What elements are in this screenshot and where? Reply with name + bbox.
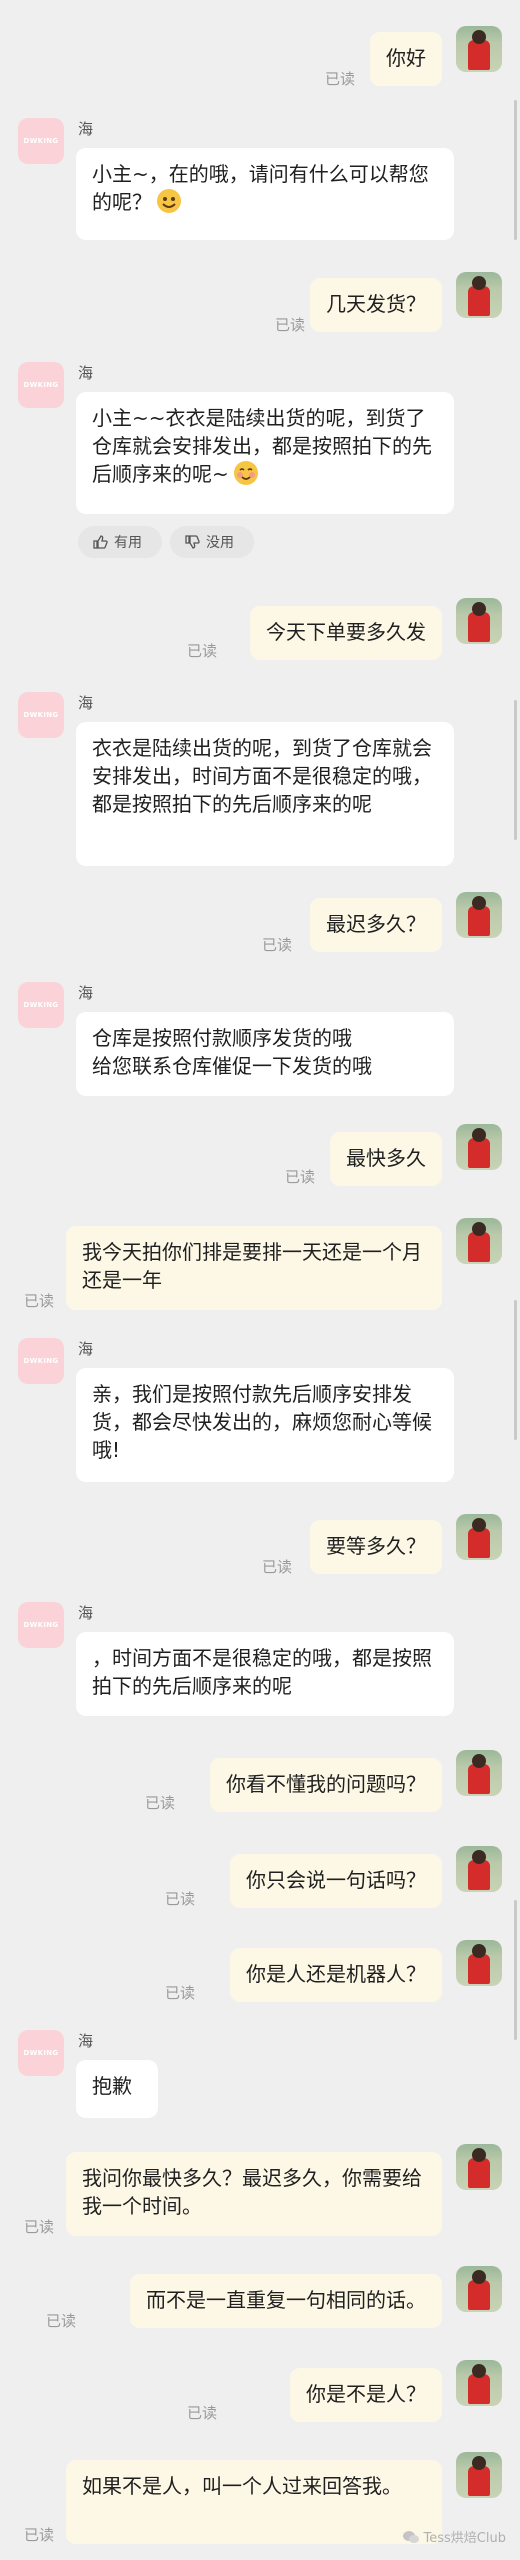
user-avatar[interactable] <box>456 892 502 938</box>
message-bubble[interactable]: 最迟多久？ <box>310 898 442 952</box>
bot-avatar[interactable]: DWKING <box>18 2030 64 2076</box>
bot-avatar[interactable]: DWKING <box>18 362 64 408</box>
useful-button[interactable]: 有用 <box>78 526 162 558</box>
sender-name: 海 <box>78 120 94 138</box>
user-avatar[interactable] <box>456 272 502 318</box>
wechat-icon <box>402 2530 419 2543</box>
user-avatar[interactable] <box>456 26 502 72</box>
bot-avatar[interactable]: DWKING <box>18 692 64 738</box>
read-receipt: 已读 <box>144 1794 175 1812</box>
user-avatar[interactable] <box>456 1124 502 1170</box>
user-avatar[interactable] <box>456 1940 502 1986</box>
user-avatar[interactable] <box>456 598 502 644</box>
message-bubble[interactable]: 要等多久？ <box>310 1520 442 1574</box>
sender-name: 海 <box>78 1340 94 1358</box>
user-avatar[interactable] <box>456 2266 502 2312</box>
bot-avatar[interactable]: DWKING <box>18 118 64 164</box>
message-bubble[interactable]: 你好 <box>370 32 442 86</box>
thumbs-down-icon <box>185 535 200 549</box>
message-bubble[interactable]: 我问你最快多久？最迟多久，你需要给我一个时间。 <box>66 2152 442 2236</box>
read-receipt: 已读 <box>284 1168 315 1186</box>
read-receipt: 已读 <box>24 1292 55 1310</box>
read-receipt: 已读 <box>186 2404 217 2422</box>
useless-button[interactable]: 没用 <box>170 526 254 558</box>
read-receipt: 已读 <box>186 642 217 660</box>
read-receipt: 已读 <box>46 2312 77 2330</box>
blushing-face-emoji-icon <box>233 461 258 485</box>
user-avatar[interactable] <box>456 2144 502 2190</box>
read-receipt: 已读 <box>24 2218 55 2236</box>
message-bubble[interactable]: 你看不懂我的问题吗？ <box>210 1758 442 1812</box>
read-receipt: 已读 <box>261 936 292 954</box>
bot-avatar[interactable]: DWKING <box>18 982 64 1028</box>
user-avatar[interactable] <box>456 1846 502 1892</box>
sender-name: 海 <box>78 694 94 712</box>
scrollbar-thumb[interactable] <box>514 1300 517 1440</box>
sender-name: 海 <box>78 1604 94 1622</box>
read-receipt: 已读 <box>261 1558 292 1576</box>
read-receipt: 已读 <box>324 70 355 88</box>
watermark: Tess烘焙Club <box>402 2527 506 2546</box>
sender-name: 海 <box>78 364 94 382</box>
scrollbar-thumb[interactable] <box>514 1900 517 2040</box>
scrollbar-thumb[interactable] <box>514 700 517 840</box>
message-bubble[interactable]: 小主~，在的哦，请问有什么可以帮您的呢？ <box>76 148 454 240</box>
user-avatar[interactable] <box>456 1514 502 1560</box>
chat-view[interactable]: 已读 你好 DWKING 海 小主~，在的哦，请问有什么可以帮您的呢？ 已读 几… <box>0 0 520 2560</box>
message-bubble[interactable]: 抱歉 <box>76 2060 158 2118</box>
read-receipt: 已读 <box>24 2526 55 2544</box>
message-bubble[interactable]: 而不是一直重复一句相同的话。 <box>130 2274 442 2328</box>
scrollbar-thumb[interactable] <box>514 100 517 240</box>
read-receipt: 已读 <box>274 316 305 334</box>
user-avatar[interactable] <box>456 2360 502 2406</box>
message-bubble[interactable]: 衣衣是陆续出货的呢，到货了仓库就会安排发出，时间方面不是很稳定的哦，都是按照拍下… <box>76 722 454 866</box>
message-bubble[interactable]: 如果不是人，叫一个人过来回答我。 <box>66 2460 442 2544</box>
smiling-face-emoji-icon <box>157 189 181 213</box>
bot-avatar[interactable]: DWKING <box>18 1338 64 1384</box>
message-bubble[interactable]: 仓库是按照付款顺序发货的哦 给您联系仓库催促一下发货的哦 <box>76 1012 454 1096</box>
thumbs-up-icon <box>93 535 108 549</box>
message-bubble[interactable]: 你是不是人？ <box>290 2368 442 2422</box>
message-bubble[interactable]: ，时间方面不是很稳定的哦，都是按照拍下的先后顺序来的呢 <box>76 1632 454 1716</box>
bot-avatar[interactable]: DWKING <box>18 1602 64 1648</box>
message-bubble[interactable]: 几天发货？ <box>310 278 442 332</box>
user-avatar[interactable] <box>456 2452 502 2498</box>
message-bubble[interactable]: 亲，我们是按照付款先后顺序安排发货，都会尽快发出的，麻烦您耐心等候哦! <box>76 1368 454 1482</box>
message-bubble[interactable]: 你只会说一句话吗？ <box>230 1854 442 1908</box>
read-receipt: 已读 <box>164 1984 195 2002</box>
message-bubble[interactable]: 你是人还是机器人？ <box>230 1948 442 2002</box>
read-receipt: 已读 <box>164 1890 195 1908</box>
sender-name: 海 <box>78 2032 94 2050</box>
user-avatar[interactable] <box>456 1218 502 1264</box>
message-bubble[interactable]: 小主~~衣衣是陆续出货的呢，到货了仓库就会安排发出，都是按照拍下的先后顺序来的呢… <box>76 392 454 514</box>
message-bubble[interactable]: 最快多久 <box>330 1132 442 1186</box>
message-bubble[interactable]: 我今天拍你们排是要排一天还是一个月还是一年 <box>66 1226 442 1310</box>
message-bubble[interactable]: 今天下单要多久发 <box>250 606 442 660</box>
sender-name: 海 <box>78 984 94 1002</box>
user-avatar[interactable] <box>456 1750 502 1796</box>
